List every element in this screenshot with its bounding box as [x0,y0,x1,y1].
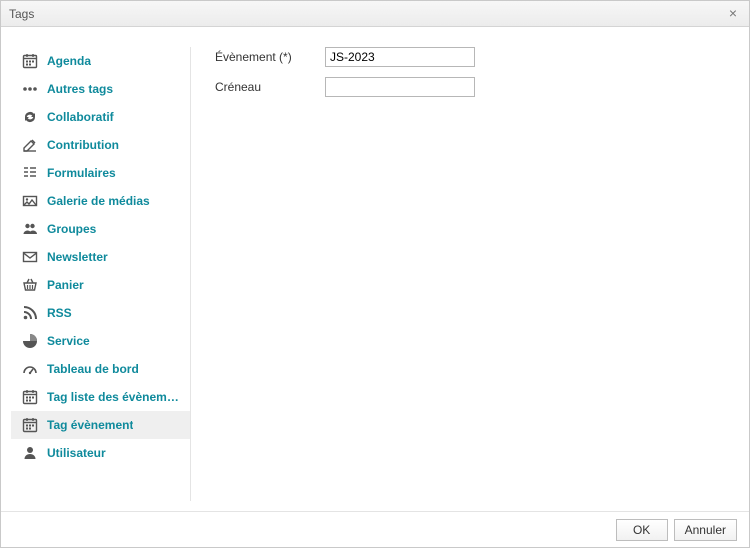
pie-icon [21,332,39,350]
close-icon[interactable]: × [725,6,741,22]
group-icon [21,220,39,238]
sidebar-item-label: Tag liste des évènements [47,390,182,404]
sidebar-item-rss-9[interactable]: RSS [11,299,190,327]
sidebar-item-gallery-5[interactable]: Galerie de médias [11,187,190,215]
event-label: Évènement (*) [215,50,325,64]
sidebar-item-label: Contribution [47,138,119,152]
sidebar-item-basket-8[interactable]: Panier [11,271,190,299]
sidebar-item-label: Galerie de médias [47,194,150,208]
slot-input[interactable] [325,77,475,97]
sidebar-item-calendar-0[interactable]: Agenda [11,47,190,75]
sidebar-item-pie-10[interactable]: Service [11,327,190,355]
sidebar-item-label: RSS [47,306,72,320]
sidebar-item-label: Tag évènement [47,418,133,432]
sidebar-item-user-14[interactable]: Utilisateur [11,439,190,467]
sidebar-item-dashboard-11[interactable]: Tableau de bord [11,355,190,383]
sidebar: Agenda Autres tags Collaboratif Contributio… [11,47,191,501]
dashboard-icon [21,360,39,378]
event-input[interactable] [325,47,475,67]
sidebar-item-label: Formulaires [47,166,116,180]
sidebar-item-envelope-7[interactable]: Newsletter [11,243,190,271]
sidebar-item-edit-3[interactable]: Contribution [11,131,190,159]
sidebar-item-dots-1[interactable]: Autres tags [11,75,190,103]
sidebar-item-label: Utilisateur [47,446,106,460]
content-pane: Évènement (*) Créneau [191,47,729,501]
sidebar-item-calendar-12[interactable]: Tag liste des évènements [11,383,190,411]
dialog-body: Agenda Autres tags Collaboratif Contributio… [1,27,749,511]
tags-dialog: Tags × Agenda Autres tags Collaboratif Cont… [0,0,750,548]
calendar-icon [21,388,39,406]
event-row: Évènement (*) [215,47,729,67]
sidebar-item-label: Newsletter [47,250,108,264]
slot-row: Créneau [215,77,729,97]
cancel-button[interactable]: Annuler [674,519,737,541]
titlebar: Tags × [1,1,749,27]
sidebar-item-label: Groupes [47,222,96,236]
sidebar-item-label: Collaboratif [47,110,114,124]
sidebar-item-label: Panier [47,278,84,292]
sidebar-item-label: Agenda [47,54,91,68]
sidebar-item-calendar-13[interactable]: Tag évènement [11,411,190,439]
calendar-icon [21,416,39,434]
sidebar-item-label: Service [47,334,90,348]
sidebar-item-group-6[interactable]: Groupes [11,215,190,243]
slot-label: Créneau [215,80,325,94]
sidebar-item-label: Autres tags [47,82,113,96]
dialog-footer: OK Annuler [1,511,749,547]
refresh-icon [21,108,39,126]
envelope-icon [21,248,39,266]
sidebar-item-form-4[interactable]: Formulaires [11,159,190,187]
calendar-icon [21,52,39,70]
edit-icon [21,136,39,154]
sidebar-item-refresh-2[interactable]: Collaboratif [11,103,190,131]
dots-icon [21,80,39,98]
rss-icon [21,304,39,322]
user-icon [21,444,39,462]
form-icon [21,164,39,182]
gallery-icon [21,192,39,210]
sidebar-item-label: Tableau de bord [47,362,139,376]
ok-button[interactable]: OK [616,519,668,541]
basket-icon [21,276,39,294]
dialog-title: Tags [9,7,725,21]
